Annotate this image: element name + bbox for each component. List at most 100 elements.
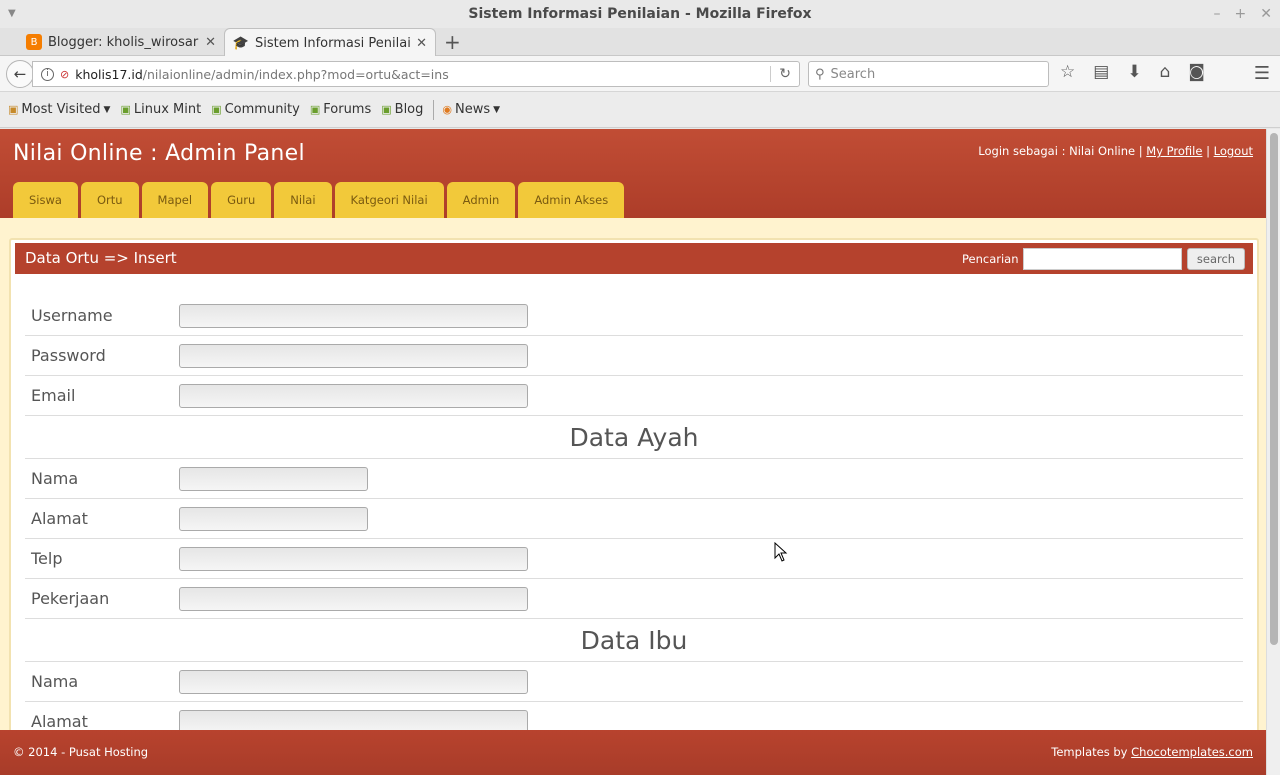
maximize-icon[interactable]: + — [1235, 0, 1247, 28]
menu-mapel[interactable]: Mapel — [141, 182, 209, 218]
ayah-pekerjaan-label: Pekerjaan — [25, 579, 171, 618]
menu-guru[interactable]: Guru — [211, 182, 272, 218]
username-label: Username — [25, 296, 171, 335]
bookmark-label: News — [455, 102, 491, 117]
tab-close-icon[interactable]: ✕ — [205, 35, 216, 50]
pocket-icon[interactable]: ◙ — [1188, 62, 1205, 82]
password-label: Password — [25, 336, 171, 375]
reading-list-icon[interactable]: ▤ — [1093, 62, 1109, 82]
bookmark-label: Blog — [394, 102, 424, 117]
mouse-cursor-icon — [774, 542, 788, 562]
my-profile-link[interactable]: My Profile — [1146, 144, 1202, 158]
ayah-nama-field[interactable] — [179, 467, 368, 491]
content-box: Data Ortu => Insert Pencarian search Use… — [9, 238, 1259, 758]
form-row-password: Password — [25, 336, 1243, 376]
bookmark-community[interactable]: ▣ Community — [211, 102, 300, 117]
footer-credit-prefix: Templates by — [1051, 745, 1128, 759]
ibu-nama-label: Nama — [25, 662, 171, 701]
url-bar[interactable]: i ⊘ kholis17.id/nilaionline/admin/index.… — [32, 61, 800, 87]
bookmark-star-icon[interactable]: ☆ — [1060, 62, 1075, 82]
form-row-ayah-alamat: Alamat — [25, 499, 1243, 539]
box-header: Data Ortu => Insert Pencarian search — [15, 243, 1253, 274]
username-field[interactable] — [179, 304, 528, 328]
window-menu-icon[interactable]: ▼ — [8, 0, 16, 28]
section-data-ayah: Data Ayah — [25, 416, 1243, 459]
site-title: Nilai Online : Admin Panel — [13, 141, 305, 166]
menu-admin-akses[interactable]: Admin Akses — [518, 182, 625, 218]
rss-icon: ◉ — [442, 103, 453, 116]
bookmark-blog[interactable]: ▣ Blog — [381, 102, 423, 117]
bookmark-label: Forums — [323, 102, 372, 117]
window-controls: – + ✕ — [1214, 0, 1272, 28]
hamburger-menu-icon[interactable]: ☰ — [1254, 63, 1270, 84]
menu-siswa[interactable]: Siswa — [13, 182, 78, 218]
email-label: Email — [25, 376, 171, 415]
close-icon[interactable]: ✕ — [1260, 0, 1272, 28]
reload-icon[interactable]: ↻ — [770, 66, 791, 82]
email-field[interactable] — [179, 384, 528, 408]
ayah-pekerjaan-field[interactable] — [179, 587, 528, 611]
site-footer: © 2014 - Pusat Hosting Templates by Choc… — [0, 730, 1266, 775]
tab-blogger[interactable]: B Blogger: kholis_wirosari - ... ✕ — [18, 28, 224, 56]
password-field[interactable] — [179, 344, 528, 368]
bookmark-label: Most Visited — [21, 102, 101, 117]
form-row-ayah-telp: Telp — [25, 539, 1243, 579]
footer-copyright: © 2014 - Pusat Hosting — [13, 745, 149, 759]
bookmark-linux-mint[interactable]: ▣ Linux Mint — [120, 102, 201, 117]
pencarian-input[interactable] — [1023, 248, 1182, 270]
site-header: Nilai Online : Admin Panel Login sebagai… — [0, 129, 1266, 218]
toolbar-icons: ☆ ▤ ⬇ ⌂ ◙ — [1060, 62, 1205, 82]
section-data-ibu: Data Ibu — [25, 619, 1243, 662]
folder-icon: ▣ — [8, 103, 19, 116]
form-row-ayah-nama: Nama — [25, 459, 1243, 499]
ayah-telp-field[interactable] — [179, 547, 528, 571]
page-viewport: Nilai Online : Admin Panel Login sebagai… — [0, 129, 1266, 775]
logout-link[interactable]: Logout — [1214, 144, 1253, 158]
home-icon[interactable]: ⌂ — [1160, 62, 1171, 82]
ayah-alamat-label: Alamat — [25, 499, 171, 538]
ayah-nama-label: Nama — [25, 459, 171, 498]
tab-sistem-informasi[interactable]: 🎓 Sistem Informasi Penilaian ✕ — [224, 28, 436, 57]
menu-kategori-nilai[interactable]: Katgeori Nilai — [334, 182, 444, 218]
box-title: Data Ortu => Insert — [25, 249, 177, 267]
chevron-down-icon: ▼ — [493, 104, 501, 115]
tab-label: Sistem Informasi Penilaian — [255, 35, 411, 51]
menu-ortu[interactable]: Ortu — [80, 182, 139, 218]
form-row-ayah-pekerjaan: Pekerjaan — [25, 579, 1243, 619]
main-menu: Siswa Ortu Mapel Guru Nilai Katgeori Nil… — [13, 182, 625, 218]
chocotemplates-link[interactable]: Chocotemplates.com — [1131, 745, 1253, 759]
bookmark-label: Linux Mint — [133, 102, 202, 117]
ortu-form: Username Password Email Data Ayah Nama A… — [25, 296, 1243, 742]
blogger-icon: B — [26, 34, 42, 50]
new-tab-icon[interactable]: + — [444, 31, 461, 53]
tab-close-icon[interactable]: ✕ — [416, 36, 427, 51]
nav-toolbar: ← i ⊘ kholis17.id/nilaionline/admin/inde… — [0, 56, 1280, 92]
url-path: /nilaionline/admin/index.php?mod=ortu&ac… — [142, 66, 449, 82]
mint-icon: ▣ — [381, 103, 392, 116]
window-titlebar: ▼ Sistem Informasi Penilaian - Mozilla F… — [0, 0, 1280, 28]
bookmarks-toolbar: ▣ Most Visited ▼ ▣ Linux Mint ▣ Communit… — [0, 92, 1280, 128]
bookmark-news[interactable]: ◉ News ▼ — [442, 102, 500, 117]
menu-admin[interactable]: Admin — [446, 182, 516, 218]
form-row-email: Email — [25, 376, 1243, 416]
ayah-alamat-field[interactable] — [179, 507, 368, 531]
mint-icon: ▣ — [120, 103, 131, 116]
search-input[interactable]: ⚲ Search — [808, 61, 1049, 87]
search-placeholder: Search — [830, 66, 876, 82]
bookmark-most-visited[interactable]: ▣ Most Visited ▼ — [8, 102, 110, 117]
search-button[interactable]: search — [1187, 248, 1245, 270]
scrollbar-thumb[interactable] — [1270, 133, 1278, 645]
page-scrollbar[interactable] — [1266, 129, 1280, 775]
bookmark-forums[interactable]: ▣ Forums — [310, 102, 371, 117]
footer-credit: Templates by Chocotemplates.com — [1051, 745, 1253, 759]
menu-nilai[interactable]: Nilai — [274, 182, 332, 218]
back-button[interactable]: ← — [6, 60, 34, 88]
insecure-icon[interactable]: ⊘ — [60, 68, 69, 81]
graduation-cap-icon: 🎓 — [232, 35, 250, 51]
download-icon[interactable]: ⬇ — [1127, 62, 1141, 82]
info-icon[interactable]: i — [41, 67, 54, 81]
bookmark-separator — [433, 99, 435, 120]
bookmark-label: Community — [224, 102, 300, 117]
minimize-icon[interactable]: – — [1214, 0, 1221, 28]
ibu-nama-field[interactable] — [179, 670, 528, 694]
